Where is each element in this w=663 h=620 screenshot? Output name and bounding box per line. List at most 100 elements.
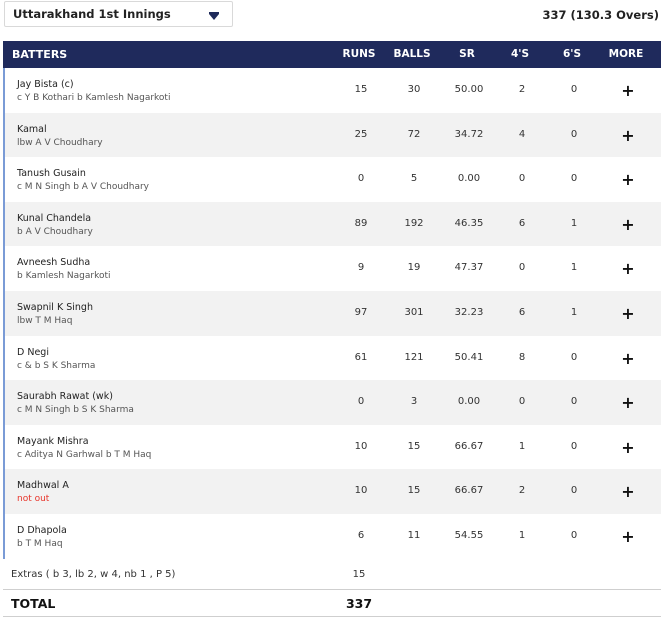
batter-strike-rate: 47.37: [454, 262, 484, 274]
batter-name[interactable]: Swapnil K Singh: [17, 302, 93, 313]
batter-sixes: 0: [570, 351, 578, 363]
extras-value: 15: [352, 568, 366, 580]
batter-name[interactable]: Madhwal A: [17, 480, 69, 491]
batter-dismissal: c Y B Kothari b Kamlesh Nagarkoti: [17, 93, 171, 103]
batter-name[interactable]: D Negi: [17, 347, 49, 358]
batter-sixes: 1: [570, 217, 578, 229]
batter-dismissal: lbw A V Choudhary: [17, 137, 103, 148]
batter-runs: 25: [354, 128, 368, 140]
table-row: Tanush Gusain c M N Singh b A V Choudhary…: [3, 157, 661, 202]
batter-runs: 61: [354, 351, 368, 363]
batter-runs: 97: [354, 306, 368, 318]
batter-fours: 4: [518, 128, 526, 140]
total-label: TOTAL: [11, 595, 56, 611]
batter-strike-rate: 32.23: [454, 306, 484, 318]
plus-icon[interactable]: +: [603, 380, 653, 425]
col-header-balls: BALLS: [393, 48, 431, 60]
batter-dismissal: c & b S K Sharma: [17, 360, 96, 371]
batter-runs: 10: [354, 485, 368, 497]
table-row: D Dhapola b T M Haq 6 11 54.55 1 0 +: [3, 513, 661, 559]
col-header-sixes: 6'S: [562, 48, 582, 60]
batter-runs: 89: [354, 217, 368, 229]
scorecard-header-row: BATTERS RUNS BALLS SR 4'S 6'S MORE: [3, 41, 661, 68]
table-row: Swapnil K Singh lbw T M Haq 97 301 32.23 6 1 +: [3, 290, 661, 336]
table-row: Kunal Chandela b A V Choudhary 89 192 46.35 6…: [3, 201, 661, 247]
plus-icon[interactable]: +: [603, 514, 653, 559]
batter-name[interactable]: D Dhapola: [17, 525, 67, 536]
batter-sixes: 0: [570, 440, 578, 452]
batter-dismissal: b Kamlesh Nagarkoti: [17, 271, 111, 282]
batter-strike-rate: 50.41: [454, 351, 484, 363]
batter-balls: 192: [404, 217, 424, 229]
batter-runs: 15: [354, 84, 368, 95]
batter-dismissal: lbw T M Haq: [17, 315, 73, 326]
batter-fours: 2: [518, 485, 526, 497]
batter-balls: 301: [404, 306, 424, 318]
table-row: Mayank Mishra c Aditya N Garhwal b T M Ha…: [3, 424, 661, 470]
batter-name[interactable]: Kunal Chandela: [17, 213, 91, 224]
innings-select[interactable]: Uttarakhand 1st Innings: [4, 1, 233, 27]
plus-icon[interactable]: +: [603, 469, 653, 514]
plus-icon[interactable]: +: [603, 157, 653, 202]
batter-name[interactable]: Avneesh Sudha: [17, 257, 90, 268]
batter-fours: 8: [518, 351, 526, 363]
batter-strike-rate: 34.72: [454, 128, 484, 140]
batter-strike-rate: 66.67: [454, 440, 484, 452]
col-header-runs: RUNS: [342, 48, 376, 60]
batter-dismissal: c M N Singh b A V Choudhary: [17, 182, 149, 193]
batter-balls: 11: [407, 529, 421, 541]
plus-icon[interactable]: +: [603, 291, 653, 336]
plus-icon[interactable]: +: [603, 68, 653, 113]
plus-icon[interactable]: +: [603, 336, 653, 381]
table-row: Kamal lbw A V Choudhary 25 72 34.72 4 0 +: [3, 112, 661, 158]
batter-strike-rate: 50.00: [454, 84, 484, 95]
batter-dismissal: c Aditya N Garhwal b T M Haq: [17, 449, 152, 460]
batter-sixes: 0: [570, 396, 578, 408]
batter-name[interactable]: Saurabh Rawat (wk): [17, 391, 113, 402]
batter-rows: Jay Bista (c) c Y B Kothari b Kamlesh Nag…: [3, 68, 661, 559]
batter-sixes: 0: [570, 485, 578, 497]
batter-name[interactable]: Kamal: [17, 124, 47, 135]
col-header-fours: 4'S: [510, 48, 530, 60]
innings-header: Uttarakhand 1st Innings 337 (130.3 Overs…: [0, 0, 663, 32]
batter-balls: 3: [410, 396, 418, 408]
batter-fours: 0: [518, 173, 526, 185]
plus-icon[interactable]: +: [603, 202, 653, 247]
batter-fours: 2: [518, 84, 526, 95]
batter-balls: 121: [404, 351, 424, 363]
batter-sixes: 0: [570, 529, 578, 541]
batter-balls: 5: [410, 173, 418, 185]
batting-scorecard: BATTERS RUNS BALLS SR 4'S 6'S MORE Jay B…: [3, 41, 661, 617]
batter-fours: 1: [518, 529, 526, 541]
plus-icon[interactable]: +: [603, 246, 653, 291]
batter-name[interactable]: Tanush Gusain: [17, 168, 86, 179]
batter-name[interactable]: Mayank Mishra: [17, 436, 89, 447]
batter-strike-rate: 66.67: [454, 485, 484, 497]
batter-strike-rate: 46.35: [454, 217, 484, 229]
col-header-batters: BATTERS: [12, 48, 68, 61]
batter-balls: 30: [407, 84, 421, 95]
table-row: D Negi c & b S K Sharma 61 121 50.41 8 0 +: [3, 335, 661, 381]
batter-fours: 6: [518, 217, 526, 229]
batter-dismissal: b A V Choudhary: [17, 226, 93, 237]
batter-balls: 19: [407, 262, 421, 274]
table-row: Saurabh Rawat (wk) c M N Singh b S K Shar…: [3, 380, 661, 425]
table-row: Avneesh Sudha b Kamlesh Nagarkoti 9 19 47.37…: [3, 246, 661, 291]
batter-dismissal: not out: [17, 494, 50, 505]
extras-row: Extras ( b 3, lb 2, w 4, nb 1 , P 5) 15: [3, 559, 661, 589]
total-value: 337: [345, 595, 373, 611]
total-row: TOTAL 337: [3, 588, 661, 617]
batter-name[interactable]: Jay Bista (c): [17, 79, 74, 90]
batter-strike-rate: 54.55: [454, 529, 484, 541]
batter-runs: 9: [357, 262, 365, 274]
table-row: Jay Bista (c) c Y B Kothari b Kamlesh Nag…: [3, 68, 661, 113]
col-header-sr: SR: [459, 48, 475, 60]
batter-runs: 10: [354, 440, 368, 452]
batter-runs: 0: [357, 173, 365, 185]
batter-sixes: 1: [570, 306, 578, 318]
batter-strike-rate: 0.00: [457, 396, 481, 408]
plus-icon[interactable]: +: [603, 425, 653, 470]
plus-icon[interactable]: +: [603, 113, 653, 158]
batter-sixes: 0: [570, 128, 578, 140]
batter-strike-rate: 0.00: [457, 173, 481, 185]
